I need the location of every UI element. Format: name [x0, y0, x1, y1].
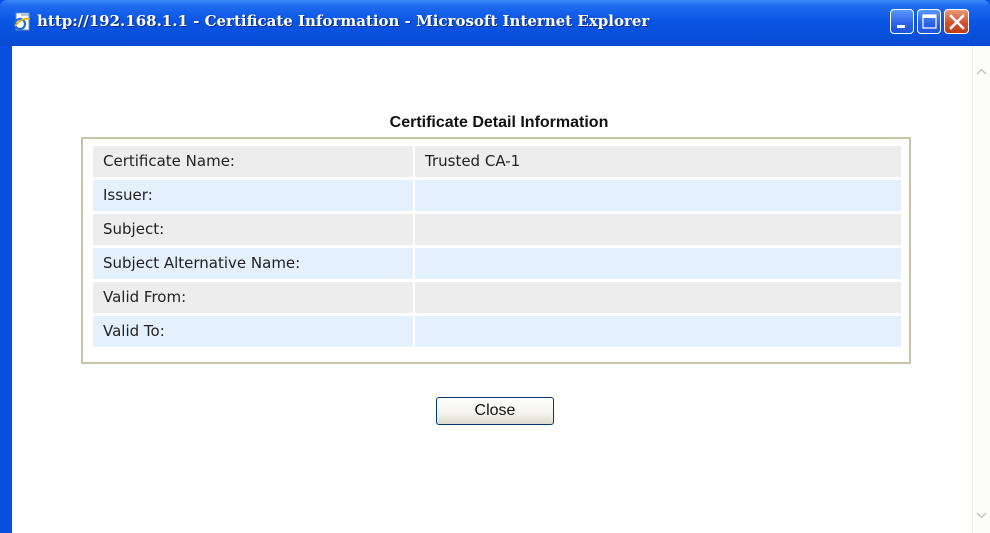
- row-value: [415, 214, 901, 245]
- scroll-down-icon[interactable]: [974, 508, 989, 523]
- browser-window: http://192.168.1.1 - Certificate Informa…: [0, 0, 990, 533]
- table-row: Issuer:: [93, 180, 901, 211]
- row-label: Valid From:: [93, 282, 413, 313]
- close-button[interactable]: Close: [436, 397, 554, 425]
- row-value: Trusted CA-1: [415, 146, 901, 177]
- page-heading: Certificate Detail Information: [389, 114, 609, 131]
- row-label: Valid To:: [93, 316, 413, 347]
- row-label: Subject Alternative Name:: [93, 248, 413, 279]
- row-value: [415, 282, 901, 313]
- table-row: Valid To:: [93, 316, 901, 347]
- page-content: Certificate Detail Information Certifica…: [8, 46, 990, 533]
- row-value: [415, 316, 901, 347]
- title-bar[interactable]: http://192.168.1.1 - Certificate Informa…: [0, 0, 990, 46]
- table-row: Valid From:: [93, 282, 901, 313]
- minimize-icon: [897, 25, 905, 28]
- table-row: Subject:: [93, 214, 901, 245]
- row-value: [415, 248, 901, 279]
- ie-page-icon: [13, 12, 31, 31]
- row-label: Certificate Name:: [93, 146, 413, 177]
- close-icon: [949, 14, 965, 30]
- row-label: Issuer:: [93, 180, 413, 211]
- maximize-button[interactable]: [917, 9, 941, 34]
- table-row: Certificate Name: Trusted CA-1: [93, 146, 901, 177]
- table-row: Subject Alternative Name:: [93, 248, 901, 279]
- row-value: [415, 180, 901, 211]
- scroll-up-icon[interactable]: [974, 64, 989, 79]
- window-title: http://192.168.1.1 - Certificate Informa…: [37, 12, 650, 30]
- certificate-detail-table: Certificate Name: Trusted CA-1 Issuer: S…: [81, 137, 911, 364]
- close-window-button[interactable]: [944, 9, 969, 34]
- maximize-icon: [922, 14, 937, 29]
- minimize-button[interactable]: [890, 9, 914, 34]
- vertical-scrollbar[interactable]: [972, 46, 990, 533]
- row-label: Subject:: [93, 214, 413, 245]
